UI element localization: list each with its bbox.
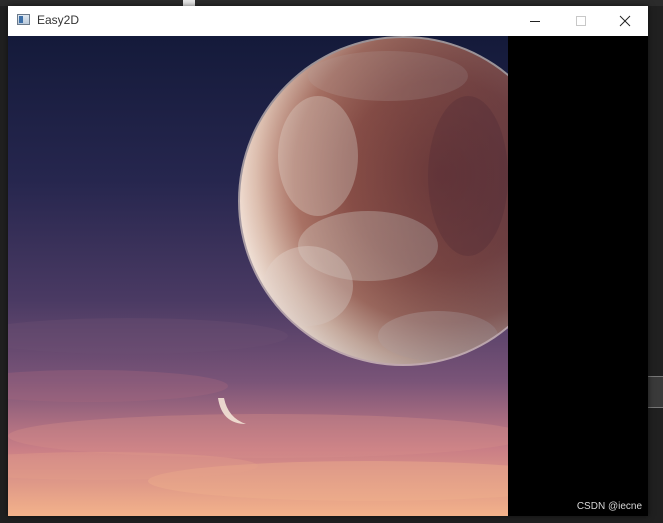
maximize-icon xyxy=(576,16,586,26)
window-title: Easy2D xyxy=(37,13,80,27)
planet-sky-image xyxy=(8,36,508,516)
application-window-icon[interactable] xyxy=(17,14,30,25)
maximize-button[interactable] xyxy=(558,6,604,36)
title-bar[interactable]: Easy2D xyxy=(8,6,648,36)
app-window: Easy2D CSDN @iecne xyxy=(8,6,648,516)
desktop-scroll-thumb xyxy=(648,376,663,408)
render-canvas[interactable]: CSDN @iecne xyxy=(8,36,648,516)
close-button[interactable] xyxy=(602,6,648,36)
close-icon xyxy=(619,15,631,27)
minimize-button[interactable] xyxy=(512,6,558,36)
minimize-icon xyxy=(530,21,540,22)
watermark-text: CSDN @iecne xyxy=(576,501,642,512)
